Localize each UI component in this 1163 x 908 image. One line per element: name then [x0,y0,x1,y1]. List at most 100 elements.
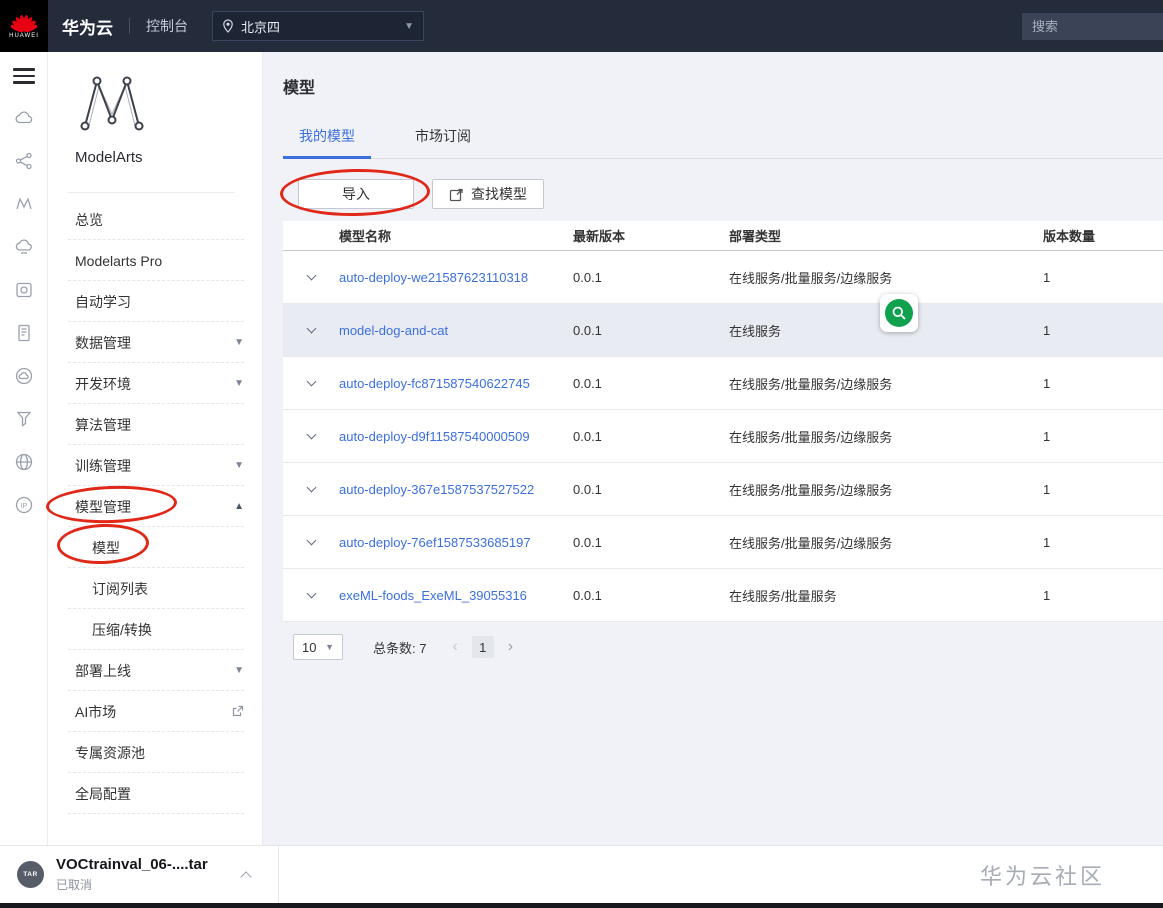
deploy-type: 在线服务/批量服务/边缘服务 [729,535,893,551]
funnel-icon[interactable] [14,409,34,429]
huawei-flower-icon [11,15,37,32]
bottom-edge-strip [0,903,1163,908]
deploy-type: 在线服务/批量服务/边缘服务 [729,376,893,392]
sidebar-menu: 总览 Modelarts Pro 自动学习 数据管理 ▼ 开发环境 ▼ 算法管理 训… [48,199,262,814]
huawei-logo[interactable]: HUAWEI [0,0,48,52]
brand-name[interactable]: 华为云 [62,14,113,39]
region-selector[interactable]: 北京四 ▼ [212,11,424,41]
region-label: 北京四 [241,19,281,35]
sidebar-item-data-management[interactable]: 数据管理 ▼ [48,322,262,363]
expand-chevron-icon[interactable] [283,588,339,599]
sidebar-item-model-management[interactable]: 模型管理 ▲ [48,486,262,527]
chevron-down-icon: ▼ [234,665,244,676]
chevron-up-icon: ▲ [234,501,244,512]
table-row[interactable]: model-dog-and-cat 0.0.1 在线服务 1 [283,304,1163,357]
menu-toggle-button[interactable] [12,64,35,88]
version-count: 1 [1043,375,1051,391]
global-search-input[interactable] [1022,12,1163,40]
share-nodes-icon[interactable] [14,151,34,171]
current-page-button[interactable]: 1 [471,636,494,658]
import-button[interactable]: 导入 [298,179,414,209]
topbar-divider [129,18,130,34]
cloud-service-icon[interactable] [14,108,34,128]
expand-chevron-icon[interactable] [283,535,339,546]
sidebar-item-deployment[interactable]: 部署上线 ▼ [48,650,262,691]
model-table: 模型名称 最新版本 部署类型 版本数量 auto-deploy-we215876… [283,221,1163,622]
version-count: 1 [1043,534,1051,550]
download-file-name[interactable]: VOCtrainval_06-....tar [56,856,208,873]
sidebar-item-dedicated-pool[interactable]: 专属资源池 [48,732,262,773]
model-name-link[interactable]: auto-deploy-fc871587540622745 [339,376,573,391]
table-row[interactable]: auto-deploy-367e1587537527522 0.0.1 在线服务… [283,463,1163,516]
page-size-select[interactable]: 10 ▼ [293,634,343,660]
sidebar-item-modelarts-pro[interactable]: Modelarts Pro [48,240,262,281]
globe-icon[interactable] [14,452,34,472]
downloaded-file-icon: TAR [17,861,44,888]
sidebar-item-dev-environment[interactable]: 开发环境 ▼ [48,363,262,404]
cloud-deploy-icon[interactable] [14,237,34,257]
ip-icon[interactable]: IP [14,495,34,515]
modelarts-logo [48,52,262,139]
expand-chevron-icon[interactable] [283,482,339,493]
chevron-up-icon [240,870,252,883]
collapse-download-button[interactable] [236,863,256,887]
next-page-button[interactable]: › [508,638,513,656]
table-row[interactable]: auto-deploy-fc871587540622745 0.0.1 在线服务… [283,357,1163,410]
version-count: 1 [1043,322,1051,338]
model-name-link[interactable]: auto-deploy-367e1587537527522 [339,482,573,497]
chevron-down-icon: ▼ [234,460,244,471]
tab-bar: 我的模型 市场订阅 [283,126,1163,159]
deploy-type: 在线服务/批量服务 [729,588,837,604]
sidebar-item-model[interactable]: 模型 [48,527,262,568]
version-count: 1 [1043,428,1051,444]
model-name-link[interactable]: auto-deploy-we21587623110318 [339,270,573,285]
prev-page-button[interactable]: ‹ [452,638,457,656]
model-name-link[interactable]: exeML-foods_ExeML_39055316 [339,588,573,603]
header-latest-version: 最新版本 [573,229,626,244]
document-icon[interactable] [14,323,34,343]
page-title: 模型 [283,80,316,97]
model-name-link[interactable]: model-dog-and-cat [339,323,573,338]
topbar: HUAWEI 华为云 控制台 北京四 ▼ [0,0,1163,52]
sidebar-item-subscription-list[interactable]: 订阅列表 [48,568,262,609]
cloud-circle-icon[interactable] [14,366,34,386]
expand-chevron-icon[interactable] [283,270,339,281]
sidebar-item-global-config[interactable]: 全局配置 [48,773,262,814]
model-name-link[interactable]: auto-deploy-76ef1587533685197 [339,535,573,550]
sidebar-item-training-management[interactable]: 训练管理 ▼ [48,445,262,486]
table-row[interactable]: exeML-foods_ExeML_39055316 0.0.1 在线服务/批量… [283,569,1163,622]
model-name-link[interactable]: auto-deploy-d9f11587540000509 [339,429,573,444]
tab-my-models[interactable]: 我的模型 [283,126,371,159]
sidebar-item-algorithm-management[interactable]: 算法管理 [48,404,262,445]
footer-divider [277,846,279,903]
deploy-type: 在线服务/批量服务/边缘服务 [729,482,893,498]
expand-chevron-icon[interactable] [283,429,339,440]
sidebar-item-compress-convert[interactable]: 压缩/转换 [48,609,262,650]
sidebar-item-overview[interactable]: 总览 [48,199,262,240]
find-model-icon [449,188,463,201]
total-count-label: 总条数: 7 [373,640,427,656]
sidebar-item-ai-market[interactable]: AI市场 [48,691,262,732]
download-info: VOCtrainval_06-....tar 已取消 [56,856,208,893]
table-row[interactable]: auto-deploy-d9f11587540000509 0.0.1 在线服务… [283,410,1163,463]
table-row[interactable]: auto-deploy-76ef1587533685197 0.0.1 在线服务… [283,516,1163,569]
product-name: ModelArts [75,149,143,166]
model-version: 0.0.1 [573,587,602,603]
tab-market-subscription[interactable]: 市场订阅 [399,126,487,158]
magnifier-icon [885,299,913,327]
service-icon-rail: IP [0,52,48,845]
deploy-type: 在线服务/批量服务/边缘服务 [729,429,893,445]
find-model-button[interactable]: 查找模型 [432,179,544,209]
table-header-row: 模型名称 最新版本 部署类型 版本数量 [283,221,1163,251]
container-icon[interactable] [14,280,34,300]
main-content: 模型 我的模型 市场订阅 导入 查找模型 模型名称 最新版本 部署类型 版本数量… [263,52,1163,845]
version-count: 1 [1043,587,1051,603]
console-link[interactable]: 控制台 [146,16,188,36]
expand-chevron-icon[interactable] [283,323,339,334]
modelarts-rail-icon[interactable] [14,194,34,214]
version-count: 1 [1043,481,1051,497]
model-version: 0.0.1 [573,322,602,338]
table-row[interactable]: auto-deploy-we21587623110318 0.0.1 在线服务/… [283,251,1163,304]
expand-chevron-icon[interactable] [283,376,339,387]
sidebar-item-auto-learning[interactable]: 自动学习 [48,281,262,322]
